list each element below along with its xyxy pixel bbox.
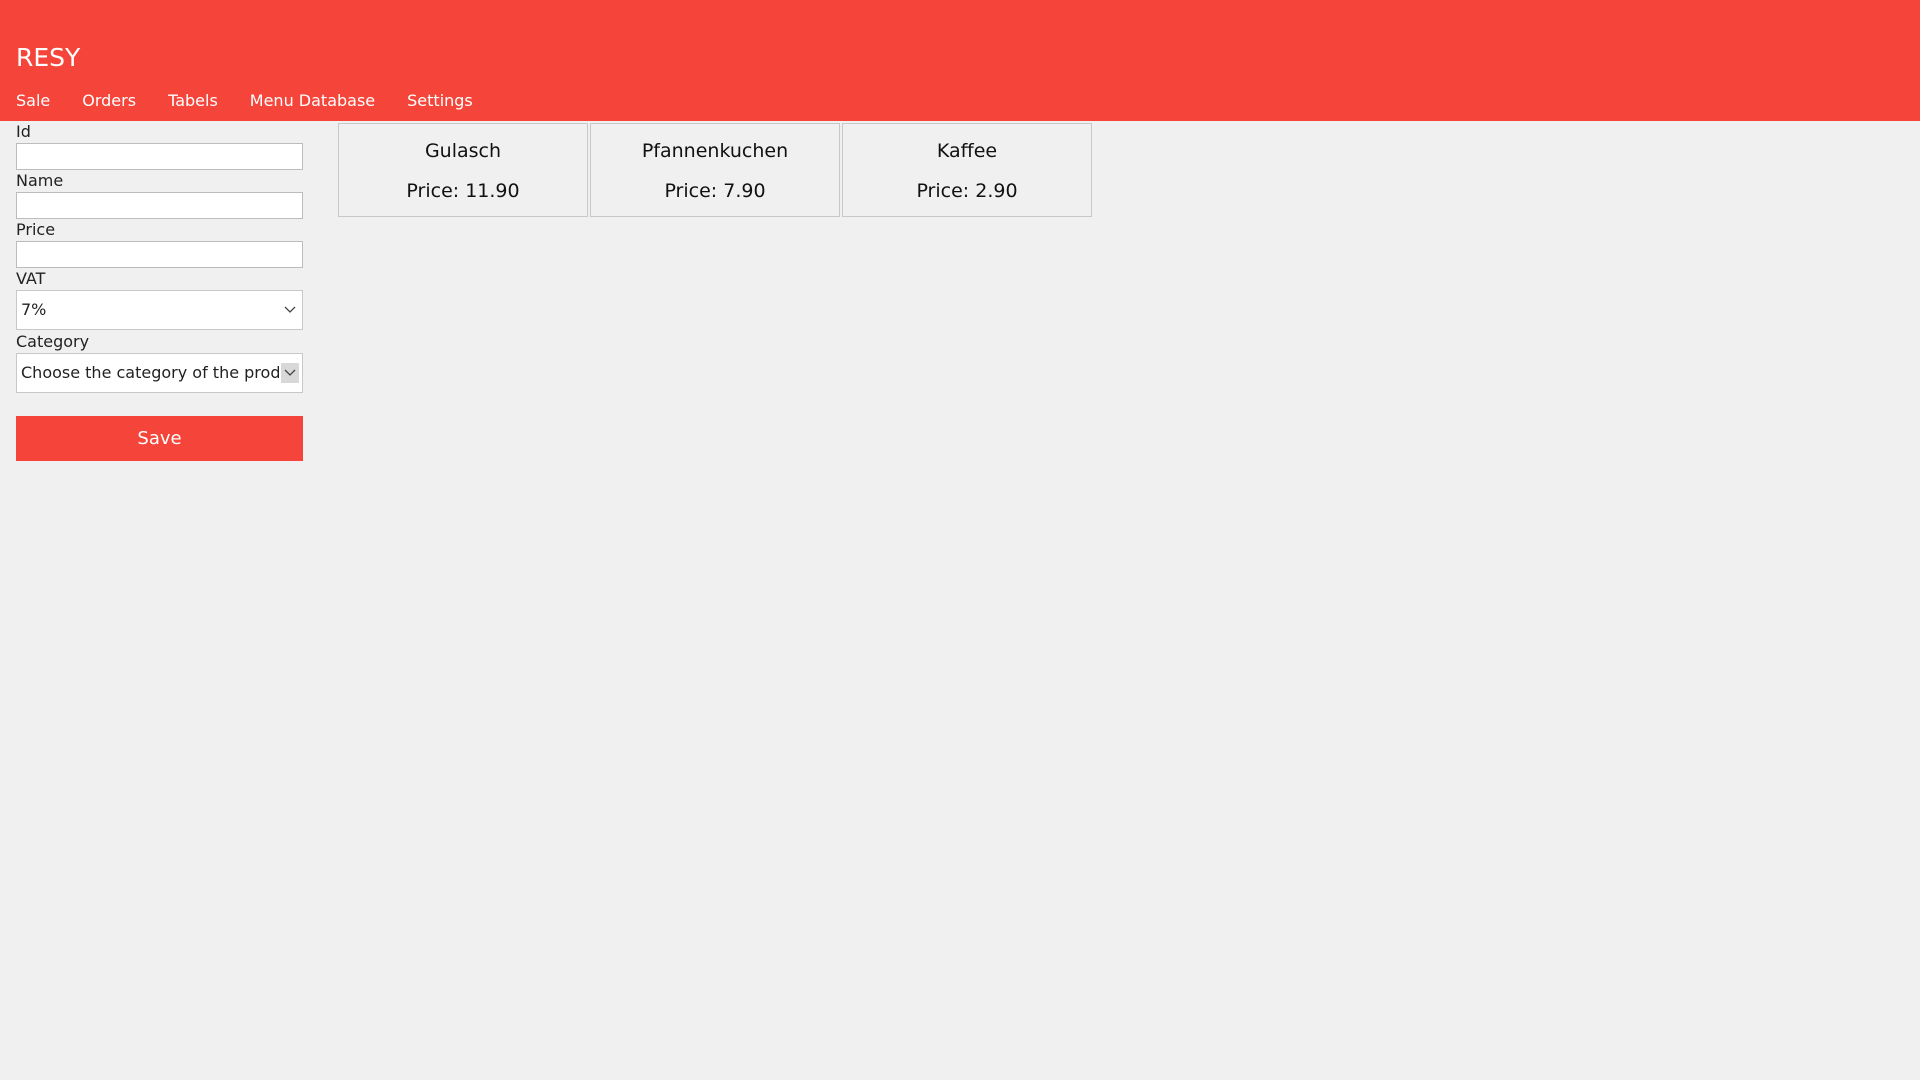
nav-item-sale[interactable]: Sale	[16, 90, 50, 112]
product-name: Gulasch	[424, 140, 502, 162]
vat-field-group: VAT 7%	[16, 268, 303, 331]
product-card[interactable]: Pfannenkuchen Price: 7.90	[590, 123, 840, 217]
chevron-down-icon	[281, 300, 299, 320]
product-price: Price: 7.90	[664, 180, 766, 202]
nav-item-settings[interactable]: Settings	[407, 90, 473, 112]
nav-item-orders[interactable]: Orders	[82, 90, 136, 112]
nav-item-tables[interactable]: Tabels	[168, 90, 218, 112]
app-title: RESY	[16, 43, 81, 72]
category-field-group: Category Choose the category of the prod…	[16, 331, 303, 394]
name-label: Name	[16, 171, 64, 190]
product-list: Gulasch Price: 11.90 Pfannenkuchen Price…	[338, 123, 1092, 217]
app-header: RESY Sale Orders Tabels Menu Database Se…	[0, 0, 1920, 121]
category-label: Category	[16, 332, 90, 351]
name-input[interactable]	[16, 192, 303, 219]
product-name: Kaffee	[936, 140, 998, 162]
vat-label: VAT	[16, 269, 46, 288]
chevron-down-icon	[281, 363, 299, 383]
product-form: Id Name Price VAT 7% Category Choose the…	[16, 121, 303, 461]
category-select-value: Choose the category of the product	[21, 363, 279, 382]
product-card[interactable]: Kaffee Price: 2.90	[842, 123, 1092, 217]
product-price: Price: 2.90	[916, 180, 1018, 202]
main-nav: Sale Orders Tabels Menu Database Setting…	[16, 90, 505, 112]
price-field-group: Price	[16, 219, 303, 268]
product-name: Pfannenkuchen	[641, 140, 789, 162]
id-field-group: Id	[16, 121, 303, 170]
save-button[interactable]: Save	[16, 416, 303, 461]
id-label: Id	[16, 122, 31, 141]
category-select[interactable]: Choose the category of the product	[16, 353, 303, 393]
price-input[interactable]	[16, 241, 303, 268]
vat-select[interactable]: 7%	[16, 290, 303, 330]
nav-item-menu-database[interactable]: Menu Database	[250, 90, 375, 112]
vat-select-value: 7%	[21, 300, 47, 319]
name-field-group: Name	[16, 170, 303, 219]
product-card[interactable]: Gulasch Price: 11.90	[338, 123, 588, 217]
id-input[interactable]	[16, 143, 303, 170]
product-price: Price: 11.90	[406, 180, 520, 202]
price-label: Price	[16, 220, 56, 239]
